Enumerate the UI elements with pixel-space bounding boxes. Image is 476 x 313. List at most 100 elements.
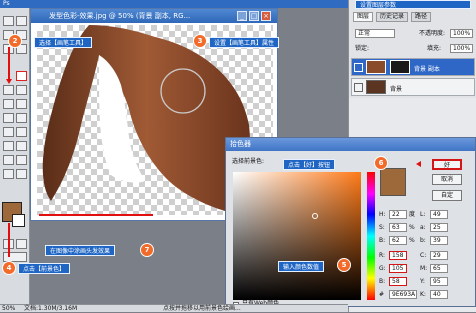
status-bar: 50% 文档:1.30M/3.16M 点按并拖移以用前景色绘画... xyxy=(0,304,348,312)
brush-tool-icon[interactable] xyxy=(16,71,27,81)
red-guide-line xyxy=(8,223,10,257)
tab-paths[interactable]: 路径 xyxy=(411,12,432,22)
notes-tool-icon[interactable] xyxy=(3,155,14,165)
color-preview-new xyxy=(380,168,406,196)
tab-layers[interactable]: 图层 xyxy=(353,12,374,22)
layer-name: 背景 xyxy=(390,86,403,93)
dialog-subtitle: 选择前景色: xyxy=(232,158,265,165)
opacity-label: 不透明度: xyxy=(419,30,446,37)
callout-step-4: 点击【好】按钮 xyxy=(283,159,336,170)
color-field[interactable] xyxy=(233,172,361,300)
step-badge-5: 5 xyxy=(337,258,351,272)
k-input[interactable]: 40 xyxy=(430,290,448,299)
zoom-tool-icon[interactable] xyxy=(16,169,27,179)
red-guide-line xyxy=(8,47,10,80)
eyedropper-tool-icon[interactable] xyxy=(16,155,27,165)
opacity-input[interactable]: 100% xyxy=(450,29,473,38)
maximize-icon[interactable]: □ xyxy=(249,11,259,21)
pen-tool-icon[interactable] xyxy=(3,141,14,151)
lock-label: 锁定: xyxy=(355,45,370,52)
layer-thumbnail xyxy=(366,60,386,74)
lab-b-label: b: xyxy=(420,237,426,244)
dialog-title: 拾色器 xyxy=(226,138,475,151)
blend-mode-select[interactable]: 正常 xyxy=(355,29,395,38)
hsb-h-label: H: xyxy=(379,211,386,218)
red-arrow-left-icon xyxy=(416,161,421,167)
s-unit: % xyxy=(409,224,415,231)
layer-thumbnail xyxy=(366,80,386,94)
hsb-s-label: S: xyxy=(379,224,385,231)
move-tool-icon[interactable] xyxy=(16,16,27,26)
step-badge-7: 7 xyxy=(140,243,154,257)
red-guide-line xyxy=(39,214,153,216)
callout-step-6: 在图像中涂画头发效果 xyxy=(45,245,116,256)
layer-row-background[interactable]: 背景 xyxy=(351,78,475,96)
tab-history[interactable]: 历史记录 xyxy=(376,12,409,22)
step-badge-6: 6 xyxy=(374,156,388,170)
l-input[interactable]: 49 xyxy=(430,210,448,219)
blue-input[interactable]: 58 xyxy=(389,277,407,286)
color-picker-dialog: 拾色器 选择前景色: 好 取消 自定 H: 22 度 S: 63 % B: 62… xyxy=(225,137,476,308)
gradient-tool-icon[interactable] xyxy=(16,99,27,109)
app-title: Ps xyxy=(3,0,10,7)
lab-b-input[interactable]: 39 xyxy=(430,236,448,245)
cmyk-m-label: M: xyxy=(420,265,428,272)
history-brush-tool-icon[interactable] xyxy=(16,85,27,95)
ok-button[interactable]: 好 xyxy=(432,159,462,170)
cmyk-k-label: K: xyxy=(420,291,426,298)
stamp-tool-icon[interactable] xyxy=(3,85,14,95)
lab-l-label: L: xyxy=(420,211,426,218)
cmyk-c-label: C: xyxy=(420,252,427,259)
shape-tool-icon[interactable] xyxy=(16,141,27,151)
rgb-b-label: B: xyxy=(379,278,386,285)
step-badge-3: 3 xyxy=(193,34,207,48)
r-input[interactable]: 158 xyxy=(389,251,407,260)
s-input[interactable]: 63 xyxy=(389,223,407,232)
red-arrow-down-icon xyxy=(6,79,12,84)
h-input[interactable]: 22 xyxy=(389,210,407,219)
y-input[interactable]: 95 xyxy=(430,277,448,286)
minimize-icon[interactable]: _ xyxy=(237,11,247,21)
close-icon[interactable]: × xyxy=(261,11,271,21)
layer-row-background-copy[interactable]: 背景 副本 xyxy=(351,58,475,76)
callout-step-1: 选择【画笔工具】 xyxy=(34,37,93,48)
callout-step-3: 点击【前景色】 xyxy=(18,263,71,274)
tools-panel xyxy=(0,8,30,304)
c-input[interactable]: 29 xyxy=(430,251,448,260)
hex-label: # xyxy=(379,291,385,298)
cancel-button[interactable]: 取消 xyxy=(432,174,462,185)
b-input[interactable]: 62 xyxy=(389,236,407,245)
rgb-r-label: R: xyxy=(379,252,386,259)
m-input[interactable]: 65 xyxy=(430,264,448,273)
h-unit: 度 xyxy=(409,211,416,218)
a-input[interactable]: 25 xyxy=(430,223,448,232)
rgb-g-label: G: xyxy=(379,265,386,272)
blur-tool-icon[interactable] xyxy=(3,113,14,123)
quick-mask-mode-icon[interactable] xyxy=(16,239,27,249)
eye-icon[interactable] xyxy=(354,63,363,72)
hsb-b-label: B: xyxy=(379,237,386,244)
lab-a-label: a: xyxy=(420,224,426,231)
custom-button[interactable]: 自定 xyxy=(432,190,462,201)
fill-input[interactable]: 100% xyxy=(450,44,473,53)
fill-label: 填充: xyxy=(427,45,442,52)
hex-input[interactable]: 9E693A xyxy=(389,290,417,299)
type-tool-icon[interactable] xyxy=(16,127,27,137)
dodge-tool-icon[interactable] xyxy=(16,113,27,123)
cmyk-y-label: Y: xyxy=(420,278,425,285)
layer-name: 背景 副本 xyxy=(414,66,440,73)
hue-slider[interactable] xyxy=(367,172,375,300)
top-right-callout: 设置图层参数 xyxy=(355,0,471,9)
g-input[interactable]: 105 xyxy=(389,264,407,273)
b-unit: % xyxy=(409,237,415,244)
layer-mask-thumbnail xyxy=(390,60,410,74)
background-color-swatch[interactable] xyxy=(12,214,25,227)
eraser-tool-icon[interactable] xyxy=(3,99,14,109)
step-badge-2: 2 xyxy=(8,34,22,48)
hand-tool-icon[interactable] xyxy=(3,169,14,179)
eye-icon[interactable] xyxy=(354,83,363,92)
step-badge-4: 4 xyxy=(2,261,16,275)
path-select-tool-icon[interactable] xyxy=(3,127,14,137)
color-selector-ring-icon[interactable] xyxy=(312,213,318,219)
marquee-tool-icon[interactable] xyxy=(3,16,14,26)
